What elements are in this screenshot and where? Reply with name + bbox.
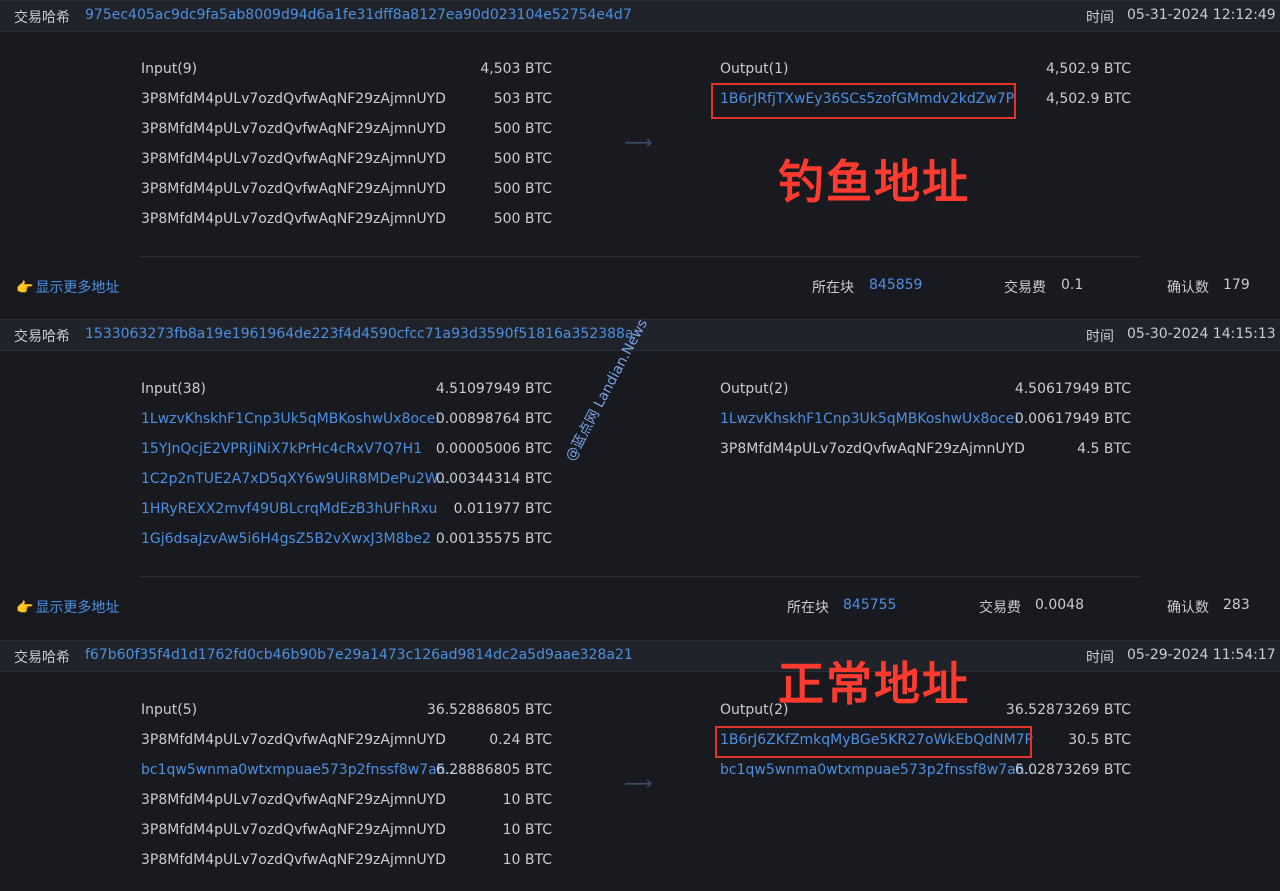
input-amount: 0.011977 BTC bbox=[453, 501, 552, 517]
block-link[interactable]: 845755 bbox=[843, 597, 896, 613]
output-total: 4,502.9 BTC bbox=[1046, 61, 1131, 77]
input-address[interactable]: 3P8MfdM4pULv7ozdQvfwAqNF29zAjmnUYD bbox=[141, 822, 446, 838]
output-total: 4.50617949 BTC bbox=[1014, 381, 1131, 397]
input-amount: 0.00135575 BTC bbox=[435, 531, 552, 547]
output-amount: 4,502.9 BTC bbox=[1046, 91, 1131, 107]
input-title: Input(9) bbox=[141, 61, 198, 77]
input-address[interactable]: 1Gj6dsaJzvAw5i6H4gsZ5B2vXwxJ3M8be2 bbox=[141, 531, 431, 547]
time-label: 时间 bbox=[1086, 650, 1114, 666]
input-amount: 10 BTC bbox=[502, 822, 552, 838]
output-amount: 6.02873269 BTC bbox=[1014, 762, 1131, 778]
output-amount: 0.00617949 BTC bbox=[1014, 411, 1131, 427]
fee-label: 交易费 bbox=[979, 600, 1021, 616]
output-total: 36.52873269 BTC bbox=[1005, 702, 1131, 718]
output-title: Output(1) bbox=[720, 61, 789, 77]
phishing-annotation: 钓鱼地址 bbox=[778, 155, 970, 209]
input-address[interactable]: 3P8MfdM4pULv7ozdQvfwAqNF29zAjmnUYD bbox=[141, 91, 446, 107]
input-address[interactable]: 3P8MfdM4pULv7ozdQvfwAqNF29zAjmnUYD bbox=[141, 732, 446, 748]
input-address[interactable]: 1LwzvKhskhF1Cnp3Uk5qMBKoshwUx8ocei bbox=[141, 411, 439, 427]
tx-header: 交易哈希 f67b60f35f4d1d1762fd0cb46b90b7e29a1… bbox=[0, 640, 1280, 672]
input-address[interactable]: 3P8MfdM4pULv7ozdQvfwAqNF29zAjmnUYD bbox=[141, 121, 446, 137]
tx-hash-link[interactable]: 975ec405ac9dc9fa5ab8009d94d6a1fe31dff8a8… bbox=[85, 7, 632, 23]
block-link[interactable]: 845859 bbox=[869, 277, 922, 293]
input-address[interactable]: bc1qw5wnma0wtxmpuae573p2fnssf8w7ah... bbox=[141, 762, 459, 778]
tx-footer: 👉 显示更多地址 所在块 845859 交易费 0.1 确认数 179 bbox=[0, 272, 1280, 302]
output-address[interactable]: bc1qw5wnma0wtxmpuae573p2fnssf8w7ah... bbox=[720, 762, 1038, 778]
hash-label: 交易哈希 bbox=[14, 650, 70, 666]
fee-value: 0.1 bbox=[1061, 277, 1084, 293]
input-address[interactable]: 3P8MfdM4pULv7ozdQvfwAqNF29zAjmnUYD bbox=[141, 181, 446, 197]
fee-value: 0.0048 bbox=[1035, 597, 1084, 613]
tx-hash-link[interactable]: f67b60f35f4d1d1762fd0cb46b90b7e29a1473c1… bbox=[85, 647, 633, 663]
input-address[interactable]: 3P8MfdM4pULv7ozdQvfwAqNF29zAjmnUYD bbox=[141, 852, 446, 868]
confirmations-value: 283 bbox=[1223, 597, 1250, 613]
input-amount: 0.00344314 BTC bbox=[435, 471, 552, 487]
tx-time: 05-31-2024 12:12:49 bbox=[1127, 7, 1276, 23]
block-label: 所在块 bbox=[787, 600, 829, 616]
input-amount: 0.00898764 BTC bbox=[435, 411, 552, 427]
hash-label: 交易哈希 bbox=[14, 10, 70, 26]
transaction-3: 交易哈希 f67b60f35f4d1d1762fd0cb46b90b7e29a1… bbox=[0, 640, 1280, 891]
fee-label: 交易费 bbox=[1004, 280, 1046, 296]
time-label: 时间 bbox=[1086, 329, 1114, 345]
input-amount: 0.24 BTC bbox=[489, 732, 552, 748]
input-total: 4.51097949 BTC bbox=[435, 381, 552, 397]
pointing-hand-icon: 👉 bbox=[16, 280, 34, 296]
confirmations-label: 确认数 bbox=[1167, 280, 1209, 296]
input-amount: 10 BTC bbox=[502, 792, 552, 808]
divider bbox=[140, 576, 1140, 577]
input-title: Input(38) bbox=[141, 381, 206, 397]
output-amount: 30.5 BTC bbox=[1068, 732, 1131, 748]
input-amount: 0.00005006 BTC bbox=[435, 441, 552, 457]
arrow-right-icon: ⟶ bbox=[624, 130, 653, 154]
input-amount: 500 BTC bbox=[493, 211, 552, 227]
tx-header: 交易哈希 975ec405ac9dc9fa5ab8009d94d6a1fe31d… bbox=[0, 0, 1280, 32]
input-amount: 6.28886805 BTC bbox=[435, 762, 552, 778]
input-amount: 503 BTC bbox=[493, 91, 552, 107]
input-address[interactable]: 3P8MfdM4pULv7ozdQvfwAqNF29zAjmnUYD bbox=[141, 792, 446, 808]
pointing-hand-icon: 👉 bbox=[16, 600, 34, 616]
input-amount: 10 BTC bbox=[502, 852, 552, 868]
tx-time: 05-30-2024 14:15:13 bbox=[1127, 326, 1276, 342]
time-label: 时间 bbox=[1086, 10, 1114, 26]
input-title: Input(5) bbox=[141, 702, 198, 718]
tx-hash-link[interactable]: 1533063273fb8a19e1961964de223f4d4590cfcc… bbox=[85, 326, 634, 342]
confirmations-label: 确认数 bbox=[1167, 600, 1209, 616]
tx-footer: 👉 显示更多地址 所在块 845755 交易费 0.0048 确认数 283 bbox=[0, 592, 1280, 622]
show-more-label: 显示更多地址 bbox=[35, 280, 120, 296]
input-address[interactable]: 1C2p2nTUE2A7xD5qXY6w9UiR8MDePu2W... bbox=[141, 471, 450, 487]
show-more-label: 显示更多地址 bbox=[35, 600, 120, 616]
output-address[interactable]: 3P8MfdM4pULv7ozdQvfwAqNF29zAjmnUYD bbox=[720, 441, 1025, 457]
divider bbox=[140, 256, 1140, 257]
input-address[interactable]: 15YJnQcjE2VPRJiNiX7kPrHc4cRxV7Q7H1 bbox=[141, 441, 422, 457]
output-amount: 4.5 BTC bbox=[1077, 441, 1131, 457]
show-more-link[interactable]: 👉 显示更多地址 bbox=[16, 277, 119, 297]
tx-time: 05-29-2024 11:54:17 bbox=[1127, 647, 1276, 663]
hash-label: 交易哈希 bbox=[14, 329, 70, 345]
output-address[interactable]: 1LwzvKhskhF1Cnp3Uk5qMBKoshwUx8ocei bbox=[720, 411, 1018, 427]
normal-annotation: 正常地址 bbox=[778, 657, 970, 711]
output-title: Output(2) bbox=[720, 381, 789, 397]
input-address[interactable]: 3P8MfdM4pULv7ozdQvfwAqNF29zAjmnUYD bbox=[141, 151, 446, 167]
transaction-1: 交易哈希 975ec405ac9dc9fa5ab8009d94d6a1fe31d… bbox=[0, 0, 1280, 320]
input-amount: 500 BTC bbox=[493, 121, 552, 137]
input-address[interactable]: 1HRyREXX2mvf49UBLcrqMdEzB3hUFhRxu bbox=[141, 501, 437, 517]
confirmations-value: 179 bbox=[1223, 277, 1250, 293]
show-more-link[interactable]: 👉 显示更多地址 bbox=[16, 597, 119, 617]
input-total: 36.52886805 BTC bbox=[426, 702, 552, 718]
arrow-right-icon: ⟶ bbox=[624, 771, 653, 795]
highlight-box bbox=[711, 83, 1016, 119]
input-address[interactable]: 3P8MfdM4pULv7ozdQvfwAqNF29zAjmnUYD bbox=[141, 211, 446, 227]
highlight-box bbox=[715, 726, 1032, 758]
input-amount: 500 BTC bbox=[493, 181, 552, 197]
input-amount: 500 BTC bbox=[493, 151, 552, 167]
transaction-2: 交易哈希 1533063273fb8a19e1961964de223f4d459… bbox=[0, 319, 1280, 639]
input-total: 4,503 BTC bbox=[480, 61, 552, 77]
block-label: 所在块 bbox=[812, 280, 854, 296]
